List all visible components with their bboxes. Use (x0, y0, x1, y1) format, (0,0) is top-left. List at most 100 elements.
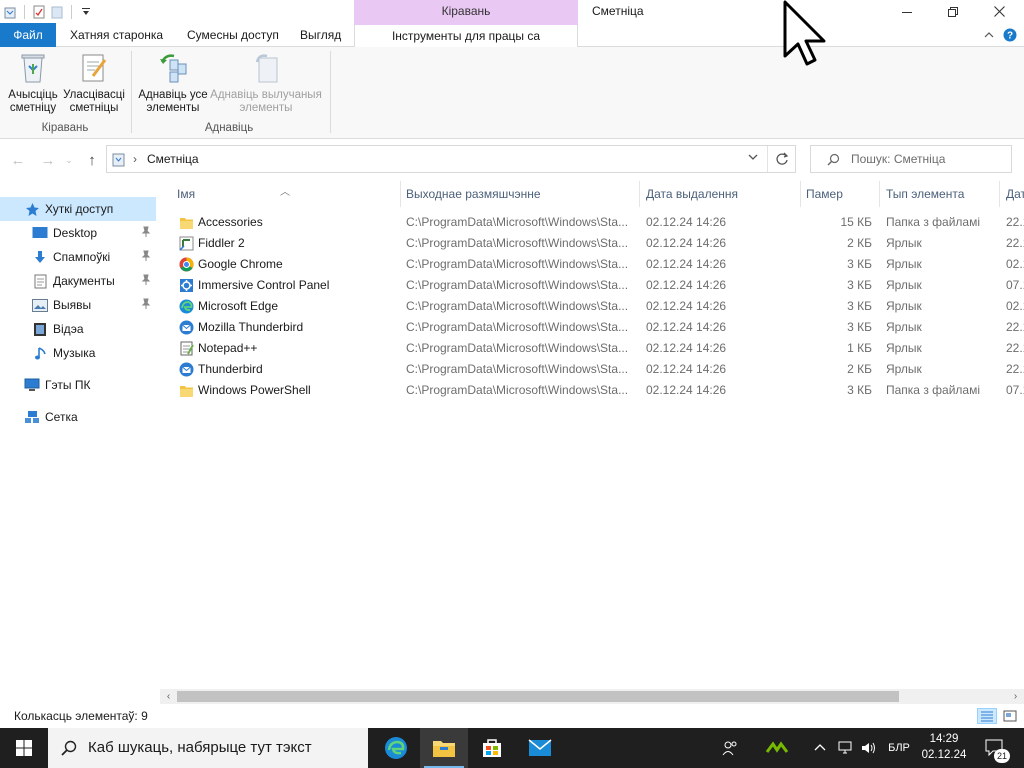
restore-button[interactable] (930, 0, 976, 23)
tab-home[interactable]: Хатняя старонка (62, 23, 171, 47)
large-icons-view-button[interactable] (1000, 708, 1020, 724)
new-folder-icon[interactable] (49, 4, 65, 20)
table-row[interactable]: Google Chrome C:\ProgramData\Microsoft\Wi… (160, 254, 1024, 275)
address-bar[interactable]: › Сметніца (106, 145, 796, 173)
forward-button[interactable]: → (38, 150, 58, 170)
minimize-icon (902, 11, 912, 13)
taskbar-file-explorer[interactable] (420, 728, 468, 768)
tray-network[interactable] (834, 728, 856, 768)
breadcrumb-chevron-icon[interactable]: › (133, 146, 137, 172)
table-row[interactable]: Immersive Control Panel C:\ProgramData\Mi… (160, 275, 1024, 296)
tray-people[interactable] (716, 728, 744, 768)
minimize-button[interactable] (884, 0, 930, 23)
nav-item-videos[interactable]: Відэа (0, 317, 156, 341)
date-deleted: 02.12.24 14:26 (646, 341, 727, 355)
file-name-cell[interactable]: Immersive Control Panel (178, 275, 400, 296)
file-name-cell[interactable]: Microsoft Edge (178, 296, 400, 317)
group-divider (131, 51, 132, 133)
search-box[interactable]: Пошук: Сметніца (810, 145, 1012, 173)
date-deleted: 02.12.24 14:26 (646, 299, 727, 313)
file-name-cell[interactable]: Thunderbird (178, 359, 400, 380)
breadcrumb[interactable]: Сметніца (147, 146, 199, 172)
tab-recycle-bin-tools[interactable]: Інструменты для працы са сметніцай (354, 23, 578, 67)
start-button[interactable] (0, 728, 48, 768)
bin-properties-button[interactable]: Уласцівасці сметніцы (62, 51, 126, 115)
column-header-size[interactable]: Памер (789, 179, 869, 209)
thunderbird-icon (178, 320, 194, 336)
table-row[interactable]: Windows PowerShell C:\ProgramData\Microso… (160, 380, 1024, 401)
file-name-cell[interactable]: Accessories (178, 212, 400, 233)
horizontal-scrollbar[interactable]: ‹ › (160, 689, 1024, 704)
tray-language[interactable]: БЛР (884, 728, 914, 768)
nav-item-downloads[interactable]: Спампоўкі (0, 245, 156, 269)
nav-item-label: Спампоўкі (53, 250, 111, 264)
tray-clock[interactable]: 14:29 02.12.24 (918, 731, 970, 763)
table-row[interactable]: Thunderbird C:\ProgramData\Microsoft\Wind… (160, 359, 1024, 380)
scroll-right-button[interactable]: › (1007, 689, 1024, 704)
empty-bin-button[interactable]: Ачысціць сметніцу (4, 51, 62, 115)
taskbar-search[interactable]: Каб шукаць, набярыце тут тэкст (48, 728, 368, 768)
notification-badge: 21 (994, 749, 1010, 763)
column-header-date-modified[interactable]: Дат (989, 179, 1024, 209)
file-name-cell[interactable]: Google Chrome (178, 254, 400, 275)
tray-notifications[interactable]: 21 (980, 728, 1010, 768)
restore-all-button[interactable]: Аднавіць усе элементы (136, 51, 210, 115)
table-row[interactable]: Fiddler 2 C:\ProgramData\Microsoft\Window… (160, 233, 1024, 254)
tray-show-hidden[interactable] (812, 728, 828, 768)
taskbar-store[interactable] (468, 728, 516, 768)
tab-view[interactable]: Выгляд (292, 23, 349, 47)
file-name-cell[interactable]: Fiddler 2 (178, 233, 400, 254)
address-dropdown-button[interactable] (747, 151, 759, 166)
file-name: Notepad++ (198, 341, 258, 355)
details-view-button[interactable] (977, 708, 997, 724)
column-header-type[interactable]: Тып элемента (869, 179, 999, 209)
properties-icon[interactable] (31, 4, 47, 20)
table-row[interactable]: Mozilla Thunderbird C:\ProgramData\Micros… (160, 317, 1024, 338)
taskbar-search-placeholder[interactable]: Каб шукаць, набярыце тут тэкст (88, 728, 312, 768)
download-icon (32, 249, 48, 265)
scrollbar-thumb[interactable] (177, 691, 899, 702)
scroll-left-button[interactable]: ‹ (160, 689, 177, 704)
table-row[interactable]: Notepad++ C:\ProgramData\Microsoft\Window… (160, 338, 1024, 359)
column-header-date-deleted[interactable]: Дата выдалення (629, 179, 799, 209)
tab-file[interactable]: Файл (0, 23, 56, 47)
collapse-ribbon-button[interactable] (984, 23, 994, 47)
file-name-cell[interactable]: Windows PowerShell (178, 380, 400, 401)
taskbar-mail[interactable] (516, 728, 564, 768)
nav-item-network[interactable]: Сетка (0, 405, 156, 429)
table-row[interactable]: Microsoft Edge C:\ProgramData\Microsoft\W… (160, 296, 1024, 317)
file-name-cell[interactable]: Mozilla Thunderbird (178, 317, 400, 338)
help-button[interactable]: ? (1003, 23, 1017, 47)
video-icon (32, 321, 48, 337)
recent-locations-button[interactable]: ⌄ (62, 150, 76, 170)
tray-volume[interactable] (858, 728, 880, 768)
nav-item-this-pc[interactable]: Гэты ПК (0, 373, 156, 397)
nav-item-desktop[interactable]: Desktop (0, 221, 156, 245)
nav-item-documents[interactable]: Дакументы (0, 269, 156, 293)
music-icon (32, 345, 48, 361)
column-header-location[interactable]: Выходнае размяшчэнне (389, 179, 639, 209)
tab-share[interactable]: Сумесны доступ (179, 23, 287, 47)
toolbar-divider (24, 4, 25, 19)
table-row[interactable]: Accessories C:\ProgramData\Microsoft\Wind… (160, 212, 1024, 233)
restore-selected-button[interactable]: Аднавіць вылучаныя элементы (210, 51, 322, 115)
column-header-name[interactable]: Імя ︿ (160, 179, 400, 209)
taskbar-edge[interactable] (372, 728, 420, 768)
up-button[interactable]: ↑ (82, 150, 102, 170)
chevron-up-icon (814, 744, 826, 751)
tray-app[interactable] (760, 728, 794, 768)
customize-toolbar-icon[interactable] (78, 4, 94, 20)
nav-item-pictures[interactable]: Выявы (0, 293, 156, 317)
refresh-button[interactable] (775, 152, 789, 169)
restore-all-label-1: Аднавіць усе (138, 89, 208, 101)
item-type: Ярлык (886, 257, 922, 271)
file-size: 1 КБ (847, 341, 872, 355)
nav-item-quick-access[interactable]: Хуткі доступ (0, 197, 156, 221)
nav-item-music[interactable]: Музыка (0, 341, 156, 365)
close-button[interactable] (976, 0, 1022, 23)
file-name-cell[interactable]: Notepad++ (178, 338, 400, 359)
search-placeholder[interactable]: Пошук: Сметніца (851, 146, 945, 172)
back-button[interactable]: ← (8, 150, 28, 170)
item-type: Ярлык (886, 299, 922, 313)
recycle-bin-icon[interactable] (2, 4, 18, 20)
